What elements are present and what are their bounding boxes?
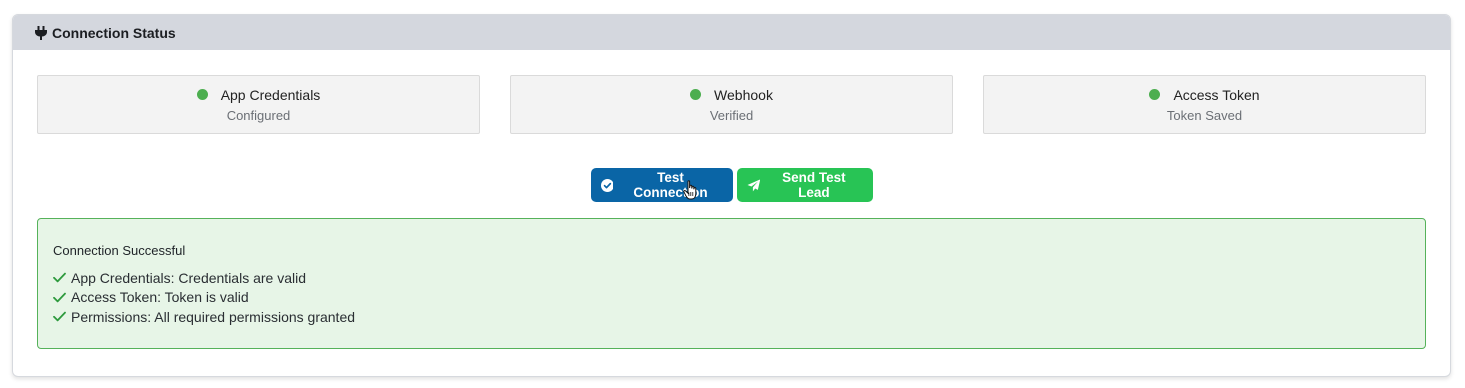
test-connection-label: Test Connection [633, 170, 708, 200]
paper-plane-icon [746, 178, 760, 191]
card-header: Connection Status [13, 15, 1450, 50]
card-title: Connection Status [52, 24, 176, 41]
status-app-credentials: App Credentials Configured [37, 75, 480, 134]
status-access-token: Access Token Token Saved [983, 75, 1426, 134]
result-item-text: Permissions: All required permissions gr… [71, 308, 356, 325]
check-icon [53, 272, 66, 283]
status-label: App Credentials [220, 86, 321, 103]
result-item-text: Access Token: Token is valid [71, 289, 249, 306]
hand-cursor-icon [683, 180, 699, 207]
status-dot-icon [690, 89, 702, 100]
result-item-text: App Credentials: Credentials are valid [71, 269, 307, 286]
status-webhook: Webhook Verified [510, 75, 953, 134]
status-row: App Credentials Configured Webhook Verif… [37, 75, 1426, 134]
send-test-lead-label: Send Test Lead [782, 170, 846, 200]
result-item: App Credentials: Credentials are valid [53, 268, 1410, 288]
result-title: Connection Successful [53, 243, 186, 258]
send-test-lead-button[interactable]: Send Test Lead [736, 168, 873, 202]
plug-icon [35, 25, 47, 40]
status-value: Token Saved [1166, 107, 1243, 123]
connection-result-alert: Connection Successful App Credentials: C… [37, 218, 1426, 349]
status-dot-icon [196, 89, 208, 100]
check-circle-icon [600, 178, 614, 192]
check-icon [53, 311, 66, 322]
connection-status-card: Connection Status App Credentials Config… [12, 14, 1451, 377]
check-icon [53, 292, 66, 303]
result-item: Access Token: Token is valid [53, 288, 1410, 308]
status-label: Access Token [1173, 86, 1260, 103]
test-connection-button[interactable]: Test Connection [590, 168, 733, 202]
status-dot-icon [1149, 89, 1161, 100]
result-item: Permissions: All required permissions gr… [53, 307, 1410, 327]
status-value: Configured [226, 107, 291, 123]
action-buttons: Test Connection Send Test Lead [13, 168, 1450, 202]
status-value: Verified [709, 107, 754, 123]
status-label: Webhook [714, 86, 773, 103]
